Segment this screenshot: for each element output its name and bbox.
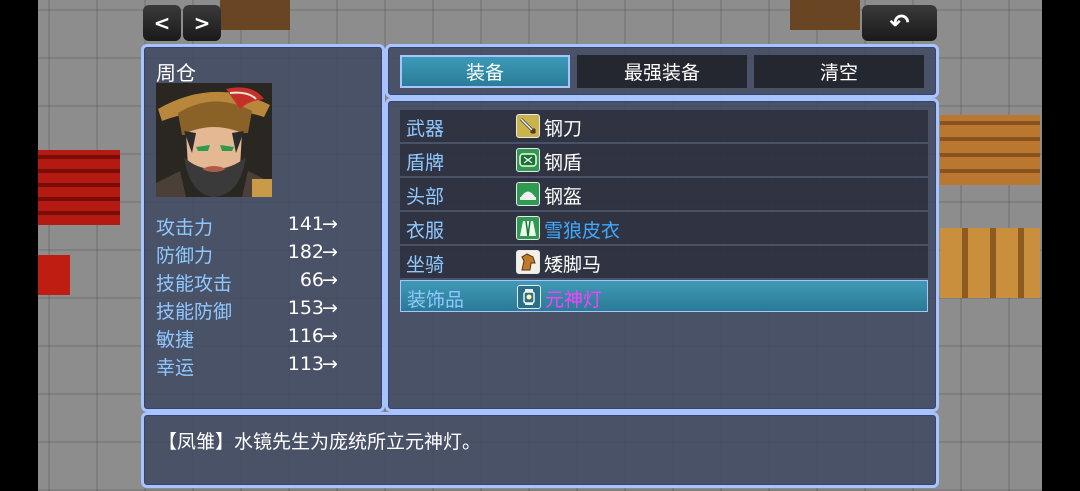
param-label: 攻击力: [156, 217, 214, 239]
param-value: 66: [299, 269, 324, 291]
item-name: 元神灯: [545, 289, 603, 311]
param-row-agility: 敏捷 116 →: [156, 325, 378, 353]
equip-command-window: 装备 最强装备 清空: [385, 44, 939, 98]
back-button[interactable]: ↶: [862, 5, 937, 41]
item-name: 钢盔: [544, 186, 583, 208]
slot-name: 坐骑: [406, 254, 445, 276]
optimize-command[interactable]: 最强装备: [577, 55, 747, 88]
param-label: 幸运: [156, 357, 195, 379]
slot-row-body[interactable]: 衣服 雪狼皮衣: [400, 212, 928, 244]
slot-row-mount[interactable]: 坐骑 矮脚马: [400, 246, 928, 278]
param-row-skill-defense: 技能防御 153 →: [156, 297, 378, 325]
map-red-carpet: [38, 255, 70, 295]
param-value: 153: [287, 297, 324, 319]
right-arrow-icon: →: [322, 213, 338, 235]
sword-icon: [516, 114, 540, 138]
param-value: 141: [287, 213, 324, 235]
slot-name: 武器: [406, 118, 445, 140]
actor-status-window: 周仓 攻击力 141 → 防御力 182 → 技能攻击 66 → 技能防御 15…: [141, 44, 385, 412]
slot-row-head[interactable]: 头部 钢盔: [400, 178, 928, 210]
helmet-icon: [516, 182, 540, 206]
back-arrow-icon: ↶: [889, 9, 910, 37]
slot-row-weapon[interactable]: 武器 钢刀: [400, 110, 928, 142]
equip-command[interactable]: 装备: [400, 55, 570, 88]
right-arrow-icon: →: [322, 325, 338, 347]
param-label: 防御力: [156, 245, 214, 267]
param-row-luck: 幸运 113 →: [156, 353, 378, 381]
map-wall-decoration: [220, 0, 290, 30]
item-name: 钢刀: [544, 118, 583, 140]
map-barrels: [940, 228, 1040, 298]
map-wall-decoration: [790, 0, 860, 30]
fur-coat-icon: [516, 216, 540, 240]
lantern-icon: [517, 285, 541, 309]
param-value: 116: [287, 325, 324, 347]
slot-name: 头部: [406, 186, 445, 208]
slot-row-accessory[interactable]: 装饰品 元神灯: [400, 280, 928, 312]
right-arrow-icon: →: [322, 241, 338, 263]
right-arrow-icon: →: [322, 353, 338, 375]
param-label: 敏捷: [156, 329, 195, 351]
horse-icon: [516, 250, 540, 274]
shield-icon: [516, 148, 540, 172]
slot-name: 装饰品: [407, 289, 465, 311]
letterbox-right: [1042, 0, 1080, 491]
next-actor-button[interactable]: >: [183, 5, 221, 41]
actor-name: 周仓: [156, 61, 196, 85]
item-description: 【凤雏】水镜先生为庞统所立元神灯。: [158, 431, 482, 453]
param-label: 技能攻击: [156, 273, 233, 295]
right-arrow-icon: →: [322, 269, 338, 291]
param-value: 182: [287, 241, 324, 263]
param-row-defense: 防御力 182 →: [156, 241, 378, 269]
item-name: 雪狼皮衣: [544, 220, 621, 242]
slot-row-shield[interactable]: 盾牌 钢盾: [400, 144, 928, 176]
slot-name: 衣服: [406, 220, 445, 242]
slot-name: 盾牌: [406, 152, 445, 174]
equip-slot-window: 武器 钢刀 盾牌 钢盾 头部 钢盔 衣服 雪狼皮衣 坐骑 矮脚马 装饰品 元神灯: [385, 98, 939, 412]
param-label: 技能防御: [156, 301, 233, 323]
actor-portrait: [156, 83, 272, 197]
param-row-attack: 攻击力 141 →: [156, 213, 378, 241]
item-name: 钢盾: [544, 152, 583, 174]
right-arrow-icon: →: [322, 297, 338, 319]
item-name: 矮脚马: [544, 254, 602, 276]
param-row-skill-attack: 技能攻击 66 →: [156, 269, 378, 297]
clear-command[interactable]: 清空: [754, 55, 924, 88]
map-wooden-shelf: [940, 115, 1040, 185]
param-value: 113: [287, 353, 324, 375]
letterbox-left: [0, 0, 38, 491]
help-window: 【凤雏】水镜先生为庞统所立元神灯。: [141, 412, 939, 488]
prev-actor-button[interactable]: <: [143, 5, 181, 41]
map-red-carpet: [38, 150, 120, 225]
